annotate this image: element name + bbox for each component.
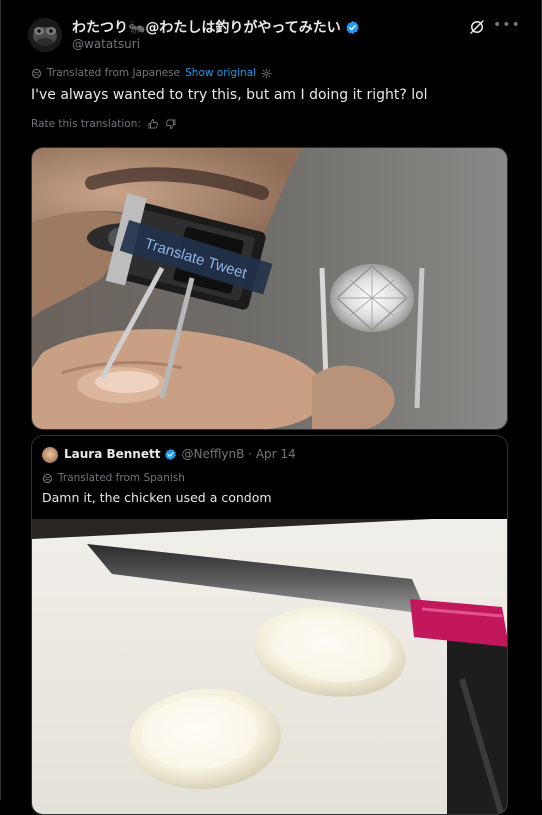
translate-globe-icon [31, 68, 42, 78]
rate-label: Rate this translation: [31, 118, 141, 130]
author-display-name[interactable]: わたつり🐜@わたしは釣りがやってみたい [72, 17, 360, 37]
translate-globe-icon [42, 473, 53, 483]
quote-author-avatar[interactable] [42, 447, 58, 463]
verified-badge-icon [345, 20, 359, 34]
rate-translation: Rate this translation: [31, 118, 177, 130]
tweet-text: I've always wanted to try this, but am I… [31, 87, 428, 103]
translation-label: Translated from Japanese [47, 67, 181, 79]
quote-author-name[interactable]: Laura Bennett [64, 447, 160, 461]
quoted-tweet[interactable]: Laura Bennett @NefflynB · Apr 14 Transla… [31, 435, 508, 815]
quote-translation-notice: Translated from Spanish [42, 472, 185, 484]
gear-icon[interactable] [261, 67, 272, 79]
author-handle[interactable]: @watatsuri [72, 37, 140, 51]
show-original-link[interactable]: Show original [185, 67, 256, 79]
grok-icon[interactable] [468, 18, 486, 36]
thumbs-down-icon[interactable] [165, 118, 177, 130]
more-icon[interactable]: ••• [493, 16, 520, 34]
tweet-card[interactable]: わたつり🐜@わたしは釣りがやってみたい @watatsuri ••• Trans… [0, 0, 542, 815]
translation-notice: Translated from Japanese Show original [31, 67, 272, 79]
quote-image[interactable] [32, 519, 507, 814]
verified-badge-icon [165, 448, 177, 460]
quote-text: Damn it, the chicken used a condom [42, 490, 272, 505]
quote-handle-time: @NefflynB · Apr 14 [181, 447, 296, 461]
author-name-text: わたつり🐜@わたしは釣りがやってみたい [72, 20, 341, 36]
quote-author-line[interactable]: Laura Bennett @NefflynB · Apr 14 [64, 447, 296, 461]
thumbs-up-icon[interactable] [147, 118, 159, 130]
quote-translation-label: Translated from Spanish [58, 472, 185, 484]
tweet-image[interactable]: Translate Tweet [31, 147, 508, 430]
author-avatar[interactable] [28, 18, 62, 52]
